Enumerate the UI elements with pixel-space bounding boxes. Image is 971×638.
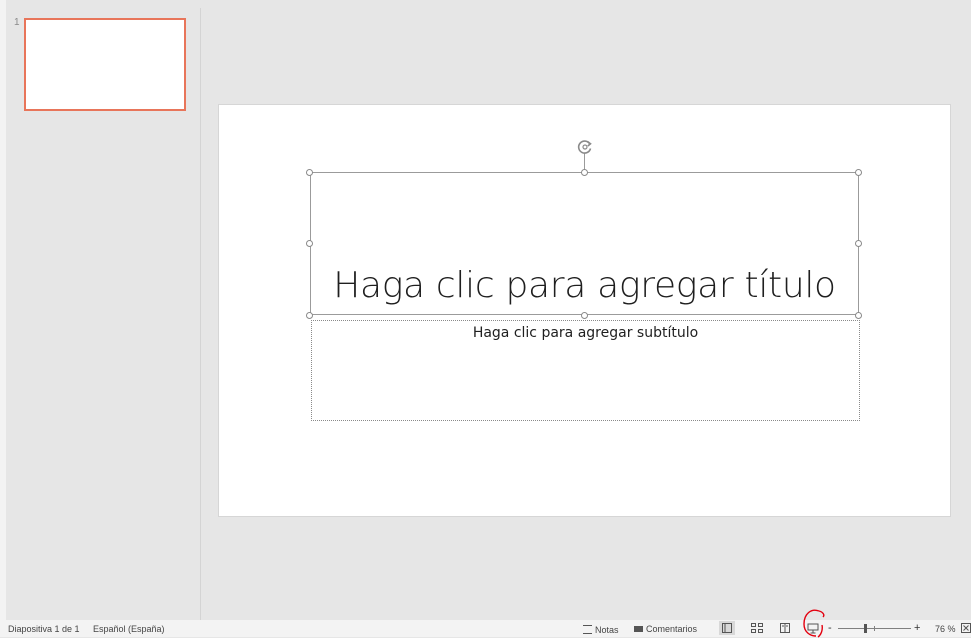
comments-icon bbox=[634, 626, 643, 632]
notes-label: Notas bbox=[595, 625, 619, 635]
zoom-level[interactable]: 76 % bbox=[935, 624, 956, 634]
slide-thumbnail-pane: 1 bbox=[6, 8, 201, 620]
resize-handle-top[interactable] bbox=[581, 169, 588, 176]
resize-handle-left[interactable] bbox=[306, 240, 313, 247]
slide-thumbnail-1[interactable] bbox=[24, 18, 186, 111]
rotate-icon[interactable] bbox=[576, 138, 594, 156]
resize-handle-bottom-right[interactable] bbox=[855, 312, 862, 319]
thumbnail-slide-number: 1 bbox=[14, 17, 20, 28]
zoom-slider-thumb[interactable] bbox=[864, 624, 867, 633]
comments-button[interactable]: Comentarios bbox=[634, 624, 697, 634]
slide-sorter-icon[interactable] bbox=[749, 621, 765, 635]
zoom-in-button[interactable]: + bbox=[914, 622, 920, 634]
resize-handle-top-left[interactable] bbox=[306, 169, 313, 176]
language-status[interactable]: Español (España) bbox=[93, 624, 165, 634]
title-placeholder-text[interactable]: Haga clic para agregar título bbox=[310, 264, 859, 308]
subtitle-placeholder-text[interactable]: Haga clic para agregar subtítulo bbox=[311, 325, 860, 341]
resize-handle-right[interactable] bbox=[855, 240, 862, 247]
notes-button[interactable]: Notas bbox=[583, 624, 619, 635]
comments-label: Comentarios bbox=[646, 624, 698, 634]
zoom-slider-center-tick bbox=[874, 626, 875, 631]
fit-to-window-icon[interactable] bbox=[961, 622, 971, 634]
resize-handle-bottom-left[interactable] bbox=[306, 312, 313, 319]
slide-count-status[interactable]: Diapositiva 1 de 1 bbox=[8, 624, 80, 634]
status-bar: Diapositiva 1 de 1 Español (España) Nota… bbox=[0, 620, 971, 637]
reading-view-icon[interactable] bbox=[777, 621, 793, 635]
resize-handle-top-right[interactable] bbox=[855, 169, 862, 176]
normal-view-icon[interactable] bbox=[719, 621, 735, 635]
slideshow-icon[interactable] bbox=[805, 621, 821, 635]
notes-icon bbox=[583, 625, 592, 634]
resize-handle-bottom[interactable] bbox=[581, 312, 588, 319]
zoom-out-button[interactable]: - bbox=[828, 622, 832, 634]
